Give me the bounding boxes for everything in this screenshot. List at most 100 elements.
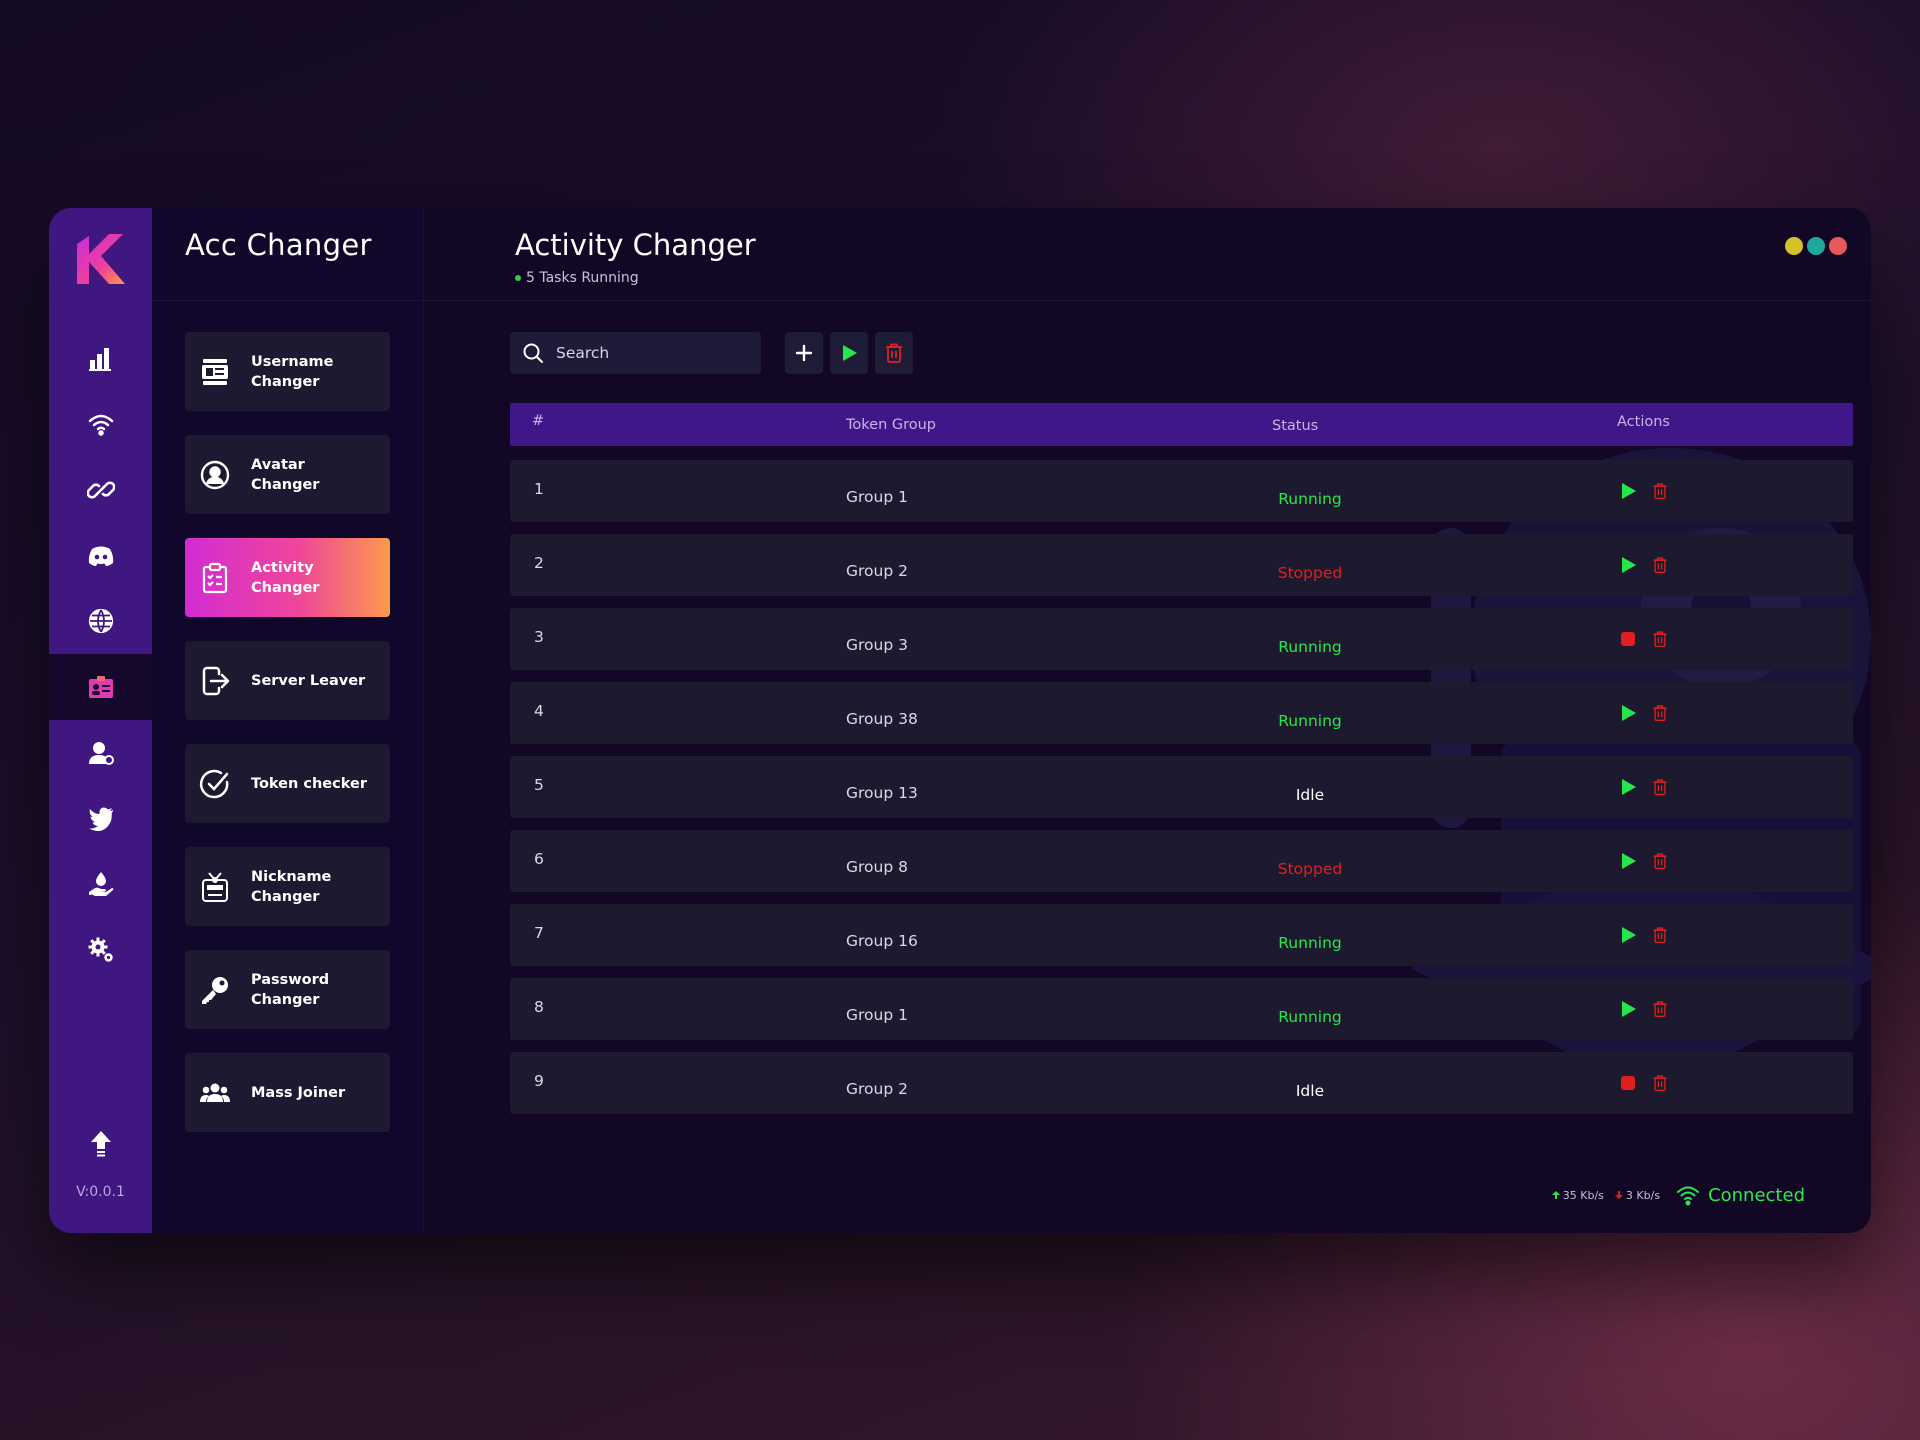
rail-activity[interactable] bbox=[49, 654, 152, 720]
arrow-down-icon bbox=[1614, 1191, 1623, 1199]
delete-button[interactable] bbox=[1651, 852, 1669, 874]
rail-wifi[interactable] bbox=[49, 391, 152, 457]
tool-nickname-changer[interactable]: Nickname Changer bbox=[185, 847, 390, 926]
window-controls bbox=[1785, 237, 1847, 255]
delete-button[interactable] bbox=[1651, 778, 1669, 800]
search-input[interactable] bbox=[556, 344, 736, 362]
delete-button[interactable] bbox=[1651, 1074, 1669, 1096]
trash-icon bbox=[1653, 631, 1667, 648]
table-row[interactable]: 2 Group 2 Stopped bbox=[510, 534, 1853, 596]
row-status: Running bbox=[1278, 1008, 1342, 1026]
table-row[interactable]: 4 Group 38 Running bbox=[510, 682, 1853, 744]
row-actions bbox=[1617, 924, 1669, 950]
row-actions bbox=[1617, 1072, 1669, 1098]
play-icon bbox=[1622, 483, 1636, 499]
minimize-dot[interactable] bbox=[1785, 237, 1803, 255]
delete-button[interactable] bbox=[1651, 556, 1669, 578]
row-status: Running bbox=[1278, 638, 1342, 656]
row-status: Stopped bbox=[1277, 564, 1343, 582]
start-button[interactable] bbox=[1617, 850, 1639, 876]
tool-username-changer[interactable]: Username Changer bbox=[185, 332, 390, 411]
rail-upload[interactable] bbox=[49, 1110, 152, 1176]
close-dot[interactable] bbox=[1829, 237, 1847, 255]
row-actions bbox=[1617, 776, 1669, 802]
row-status: Running bbox=[1278, 934, 1342, 952]
tool-password-changer[interactable]: Password Changer bbox=[185, 950, 390, 1029]
add-button[interactable] bbox=[785, 332, 823, 374]
row-number: 9 bbox=[534, 1072, 544, 1090]
rail-dashboard[interactable] bbox=[49, 325, 152, 391]
row-token-group: Group 1 bbox=[846, 488, 908, 506]
delete-button[interactable] bbox=[1651, 630, 1669, 652]
table-row[interactable]: 5 Group 13 Idle bbox=[510, 756, 1853, 818]
search-box[interactable] bbox=[510, 332, 761, 374]
row-status: Idle bbox=[1295, 786, 1325, 804]
row-token-group: Group 2 bbox=[846, 1080, 908, 1098]
start-button[interactable] bbox=[1617, 998, 1639, 1024]
tool-label: Avatar Changer bbox=[251, 456, 320, 493]
start-all-button[interactable] bbox=[830, 332, 868, 374]
tool-server-leaver[interactable]: Server Leaver bbox=[185, 641, 390, 720]
start-button[interactable] bbox=[1617, 702, 1639, 728]
trash-icon bbox=[1653, 927, 1667, 944]
trash-icon bbox=[1653, 705, 1667, 722]
table-row[interactable]: 7 Group 16 Running bbox=[510, 904, 1853, 966]
start-button[interactable] bbox=[1617, 554, 1639, 580]
table-row[interactable]: 8 Group 1 Running bbox=[510, 978, 1853, 1040]
row-token-group: Group 16 bbox=[846, 932, 918, 950]
start-button[interactable] bbox=[1617, 480, 1639, 506]
delete-all-button[interactable] bbox=[875, 332, 913, 374]
version-label: V:0.0.1 bbox=[76, 1184, 125, 1200]
stop-button[interactable] bbox=[1617, 1072, 1639, 1098]
col-actions-header: Actions bbox=[1617, 414, 1670, 430]
search-icon bbox=[523, 343, 543, 363]
play-icon bbox=[1622, 1001, 1636, 1017]
delete-button[interactable] bbox=[1651, 704, 1669, 726]
play-icon bbox=[1622, 779, 1636, 795]
trash-icon bbox=[886, 343, 902, 363]
maximize-dot[interactable] bbox=[1807, 237, 1825, 255]
rail-link[interactable] bbox=[49, 457, 152, 523]
start-button[interactable] bbox=[1617, 776, 1639, 802]
row-token-group: Group 8 bbox=[846, 858, 908, 876]
row-token-group: Group 13 bbox=[846, 784, 918, 802]
play-icon bbox=[1622, 853, 1636, 869]
download-speed-value: 3 Kb/s bbox=[1625, 1188, 1661, 1202]
rail-hand[interactable] bbox=[49, 851, 152, 917]
table-row[interactable]: 1 Group 1 Running bbox=[510, 460, 1853, 522]
rail-discord[interactable] bbox=[49, 522, 152, 588]
user-pin-icon bbox=[88, 742, 114, 765]
rail-user-pin[interactable] bbox=[49, 720, 152, 786]
delete-button[interactable] bbox=[1651, 926, 1669, 948]
delete-button[interactable] bbox=[1651, 482, 1669, 504]
hand-drop-icon bbox=[88, 872, 113, 896]
tool-mass-joiner[interactable]: Mass Joiner bbox=[185, 1053, 390, 1132]
twitter-icon bbox=[88, 807, 113, 831]
table-row[interactable]: 6 Group 8 Stopped bbox=[510, 830, 1853, 892]
start-button[interactable] bbox=[1617, 924, 1639, 950]
tool-avatar-changer[interactable]: Avatar Changer bbox=[185, 435, 390, 514]
stop-button[interactable] bbox=[1617, 628, 1639, 654]
delete-button[interactable] bbox=[1651, 1000, 1669, 1022]
exit-icon bbox=[202, 666, 230, 695]
rail-globe[interactable] bbox=[49, 588, 152, 654]
table-row[interactable]: 9 Group 2 Idle bbox=[510, 1052, 1853, 1114]
rail-twitter[interactable] bbox=[49, 785, 152, 851]
tool-activity-changer[interactable]: Activity Changer bbox=[185, 538, 390, 617]
row-status: Idle bbox=[1295, 1082, 1325, 1100]
tasks-running-label: 5 Tasks Running bbox=[526, 270, 639, 286]
row-token-group: Group 3 bbox=[846, 636, 908, 654]
row-status: Stopped bbox=[1277, 860, 1343, 878]
table-row[interactable]: 3 Group 3 Running bbox=[510, 608, 1853, 670]
tool-token-checker[interactable]: Token checker bbox=[185, 744, 390, 823]
dashboard-icon bbox=[88, 348, 111, 371]
tool-label: Token checker bbox=[251, 775, 367, 792]
tool-label: Username Changer bbox=[251, 353, 334, 390]
upload-speed-value: 35 Kb/s bbox=[1562, 1188, 1604, 1202]
wifi-connected-icon bbox=[1677, 1186, 1700, 1206]
row-number: 1 bbox=[534, 480, 544, 498]
rail-settings[interactable] bbox=[49, 917, 152, 983]
trash-icon bbox=[1653, 1075, 1667, 1092]
row-actions bbox=[1617, 480, 1669, 506]
play-icon bbox=[1622, 705, 1636, 721]
